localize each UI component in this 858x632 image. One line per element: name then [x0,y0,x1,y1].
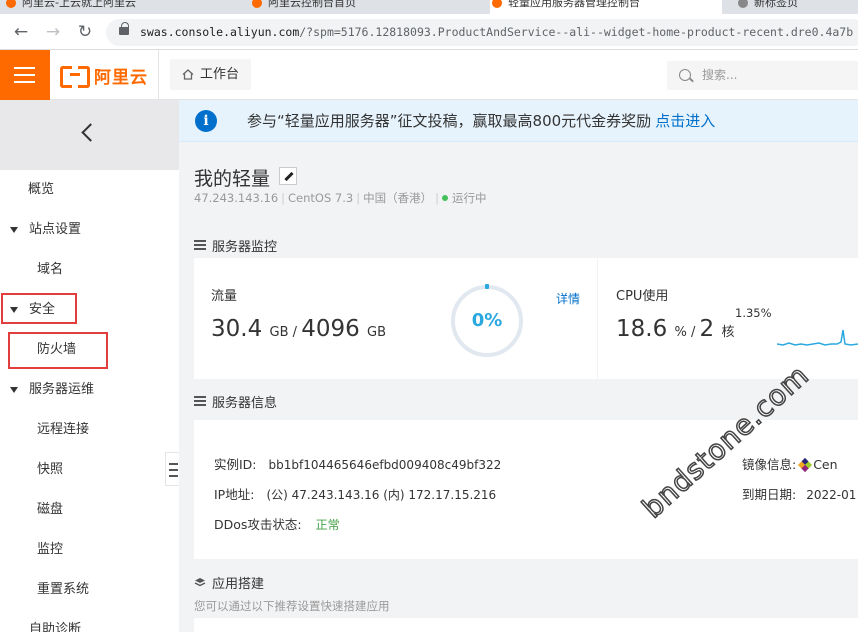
browser-toolbar: ← → ↻ swas.console.aliyun.com/?spm=5176.… [0,14,858,50]
sidebar-item-remote-connect[interactable]: 远程连接 [0,410,179,450]
server-icon [194,396,206,406]
server-meta: 47.243.143.16 | CentOS 7.3 | 中国（香港） | 运行中 [194,191,487,205]
app-setup-card [194,618,858,632]
forward-arrow-icon[interactable]: → [41,20,65,44]
traffic-detail-link[interactable]: 详情 [556,290,580,307]
ip-address-row: IP地址: (公) 47.243.143.16 (内) 172.17.15.216 [214,487,497,502]
server-region: 中国（香港） [363,191,433,205]
aliyun-logo-icon [60,66,90,88]
page-title: 我的轻量 [194,168,271,190]
sidebar-item-overview[interactable]: 概览 [0,170,179,210]
header-divider [158,50,159,100]
cpu-peak-label: 1.35% [735,306,772,320]
traffic-value: 30.4 GB / 4096 GB [211,316,387,342]
home-icon [182,69,194,80]
status-badge: 运行中 [451,191,487,205]
sidebar-collapse-button[interactable] [0,100,179,170]
server-icon [194,240,206,250]
chevron-left-icon [81,123,100,142]
cpu-value: 18.6 % / 2 核 [616,316,735,342]
info-icon: i [195,110,217,132]
sidebar-item-reset-system[interactable]: 重置系统 [0,570,179,610]
centos-icon [798,457,813,473]
aliyun-favicon-icon [252,0,262,8]
aliyun-favicon-icon [6,0,16,8]
server-ip: 47.243.143.16 [194,191,279,205]
highlight-box-firewall [8,332,108,369]
status-dot-icon [441,195,448,201]
caret-down-icon [10,387,18,393]
search-input[interactable]: 搜索... [667,61,858,90]
address-bar[interactable]: swas.console.aliyun.com/?spm=5176.128180… [106,19,858,46]
promo-banner: i 参与“轻量应用服务器”征文投稿，赢取最高800元代金券奖励 点击进入 [179,100,858,142]
globe-icon [738,0,748,8]
traffic-gauge: 0% [451,284,523,357]
layers-icon [194,578,206,587]
workbench-button[interactable]: 工作台 [170,59,252,90]
search-icon [679,69,691,81]
app-setup-description: 您可以通过以下推荐设置快速搭建应用 [194,599,390,613]
aliyun-favicon-icon [492,0,502,8]
aliyun-logo[interactable]: 阿里云 [60,64,148,88]
edit-pencil-icon[interactable] [279,167,297,185]
sidebar-group-site-settings[interactable]: 站点设置 [0,210,179,250]
console-header: 阿里云 工作台 搜索... [0,50,858,100]
cpu-label: CPU使用 [616,289,669,304]
sidebar: 概览 站点设置 域名 安全 防火墙 服务器运维 远程连接 快照 磁盘 监控 重置… [0,100,179,632]
expire-date-row: 到期日期: 2022-01 [742,487,857,502]
sidebar-group-self-diagnosis[interactable]: 自助诊断 [0,610,179,632]
reload-icon[interactable]: ↻ [73,20,97,44]
main-content: i 参与“轻量应用服务器”征文投稿，赢取最高800元代金券奖励 点击进入 我的轻量… [179,100,858,632]
caret-down-icon [10,227,18,233]
browser-tab[interactable]: 阿里云控制台首页 [250,0,356,14]
sidebar-item-domain[interactable]: 域名 [0,250,179,290]
section-title-app-setup: 应用搭建 [194,573,264,592]
hamburger-menu-icon[interactable] [0,50,50,100]
lock-icon [119,22,129,35]
highlight-box-security [1,293,77,324]
banner-message: 参与“轻量应用服务器”征文投稿，赢取最高800元代金券奖励 点击进入 [247,112,716,130]
sidebar-item-disk[interactable]: 磁盘 [0,490,179,530]
image-info-row: 镜像信息: Cen [742,457,838,473]
browser-tab-active[interactable]: 轻量应用服务器管理控制台 [490,0,722,14]
banner-link[interactable]: 点击进入 [655,112,715,130]
sidebar-item-snapshot[interactable]: 快照 [0,450,179,490]
traffic-label: 流量 [211,289,238,304]
back-arrow-icon[interactable]: ← [9,20,33,44]
ddos-status-row: DDos攻击状态: 正常 [214,517,340,532]
browser-tab[interactable]: 阿里云-上云就上阿里云 [4,0,136,14]
sidebar-group-server-ops[interactable]: 服务器运维 [0,370,179,410]
browser-tab[interactable]: 新标签页 [736,0,798,14]
sidebar-item-monitor[interactable]: 监控 [0,530,179,570]
section-title-server-info: 服务器信息 [194,392,277,411]
section-title-monitor: 服务器监控 [194,236,277,255]
browser-tab-strip: 阿里云-上云就上阿里云 阿里云控制台首页 轻量应用服务器管理控制台 新标签页 [0,0,858,14]
instance-id-row: 实例ID: bb1bf104465646efbd009408c49bf322 [214,457,502,472]
server-os: CentOS 7.3 [288,191,354,205]
